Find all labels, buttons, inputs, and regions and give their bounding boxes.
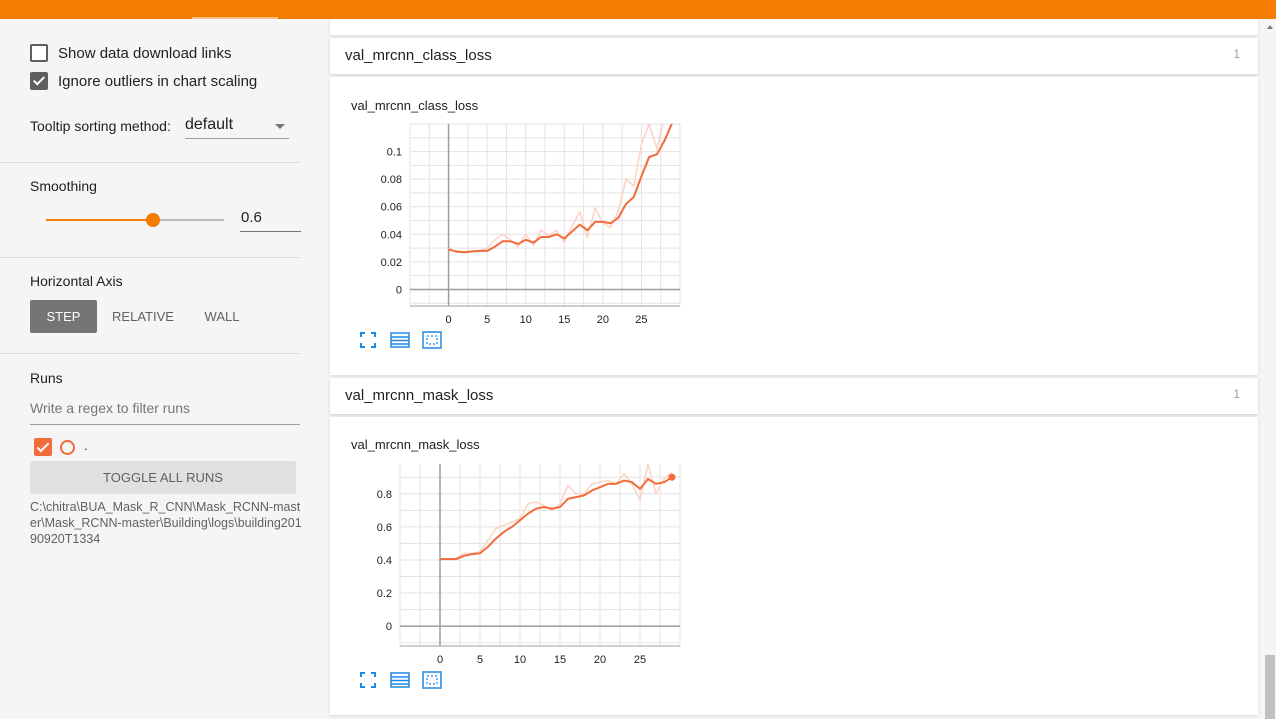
last-point-marker [668,473,676,481]
y-tick-label: 0 [386,621,392,633]
toggle-all-runs-button[interactable]: TOGGLE ALL RUNS [30,461,296,494]
fullscreen-icon[interactable] [358,670,378,690]
x-tick-label: 25 [635,314,647,326]
sidebar: Show data download links Ignore outliers… [0,19,302,719]
smoothed-series-line [440,476,673,561]
ignore-outliers-label: Ignore outliers in chart scaling [58,72,258,90]
ignore-outliers-checkbox[interactable] [30,72,48,90]
x-tick-label: 5 [477,654,483,666]
fit-domain-icon[interactable] [422,330,442,350]
y-tick-label: 0.1 [387,147,402,159]
y-tick-label: 0.2 [377,588,392,600]
show-download-links-label: Show data download links [58,44,232,62]
x-tick-label: 0 [446,314,452,326]
chart-toolbar [358,670,442,690]
x-tick-label: 20 [594,654,606,666]
y-tick-label: 0.06 [381,202,402,214]
x-tick-label: 15 [554,654,566,666]
chart-card-mask-loss: val_mrcnn_mask_loss 0 0.2 0.4 0.6 0.8 0 5 10 15 2… [330,417,1258,715]
tooltip-sorting-dropdown[interactable]: default [185,116,289,139]
x-tick-label: 15 [558,314,570,326]
y-tick-label: 0.8 [377,489,392,501]
previous-card-bottom [330,19,1258,35]
smoothed-series-line [448,124,673,254]
raw-series-line [440,464,673,560]
category-title: val_mrcnn_mask_loss [345,387,494,404]
category-count: 1 [1233,387,1240,401]
x-tick-label: 0 [437,654,443,666]
smoothing-label: Smoothing [30,178,97,194]
smoothing-slider-fill [46,219,153,221]
category-header-class-loss[interactable]: val_mrcnn_class_loss 1 [330,38,1258,74]
axis-step-button[interactable]: STEP [30,300,97,333]
run-name: . [84,438,88,453]
tooltip-sorting-label: Tooltip sorting method: [30,118,171,134]
chart-class-loss[interactable]: 0 0.02 0.04 0.06 0.08 0.1 0 5 10 15 20 25 [330,77,710,332]
runs-label: Runs [30,370,63,386]
x-tick-label: 20 [597,314,609,326]
divider [0,257,300,258]
category-header-mask-loss[interactable]: val_mrcnn_mask_loss 1 [330,378,1258,414]
category-count: 1 [1233,47,1240,61]
run-filter-input[interactable]: Write a regex to filter runs [30,400,300,425]
divider [0,162,300,163]
page-scrollbar[interactable] [1264,19,1276,719]
data-table-icon[interactable] [390,330,410,350]
x-tick-label: 10 [514,654,526,666]
axis-relative-button[interactable]: RELATIVE [108,300,178,333]
show-download-links-checkbox[interactable] [30,44,48,62]
smoothing-value-input[interactable]: 0.6 [240,209,301,232]
divider [0,353,300,354]
data-table-icon[interactable] [390,670,410,690]
fullscreen-icon[interactable] [358,330,378,350]
y-tick-label: 0.4 [377,555,392,567]
y-tick-label: 0 [396,284,402,296]
show-download-links-option[interactable]: Show data download links [30,44,231,62]
horizontal-axis-label: Horizontal Axis [30,273,123,289]
y-tick-label: 0.04 [381,229,402,241]
chart-toolbar [358,330,442,350]
run-log-path: C:\chitra\BUA_Mask_R_CNN\Mask_RCNN-maste… [30,500,302,546]
run-checkbox[interactable] [34,438,52,456]
ignore-outliers-option[interactable]: Ignore outliers in chart scaling [30,72,257,90]
x-tick-label: 10 [520,314,532,326]
smoothing-slider-handle[interactable] [145,213,160,227]
run-color-circle-icon [60,440,75,455]
fit-domain-icon[interactable] [422,670,442,690]
y-tick-label: 0.08 [381,174,402,186]
smoothing-slider[interactable] [46,213,224,227]
chart-mask-loss[interactable]: 0 0.2 0.4 0.6 0.8 0 5 10 15 20 25 [330,417,710,672]
tooltip-sorting-value: default [185,116,234,133]
axis-wall-button[interactable]: WALL [196,300,248,333]
scroll-up-arrow-icon[interactable] [1267,25,1273,29]
scrollbar-thumb[interactable] [1265,655,1275,719]
chevron-down-icon [275,124,285,129]
chart-card-class-loss: val_mrcnn_class_loss 0 0.02 0.04 0.06 0.08 0.… [330,77,1258,375]
x-tick-label: 25 [634,654,646,666]
y-tick-label: 0.6 [377,522,392,534]
x-tick-label: 5 [484,314,490,326]
y-tick-label: 0.02 [381,257,402,269]
top-app-bar [0,0,1276,19]
category-title: val_mrcnn_class_loss [345,47,492,64]
